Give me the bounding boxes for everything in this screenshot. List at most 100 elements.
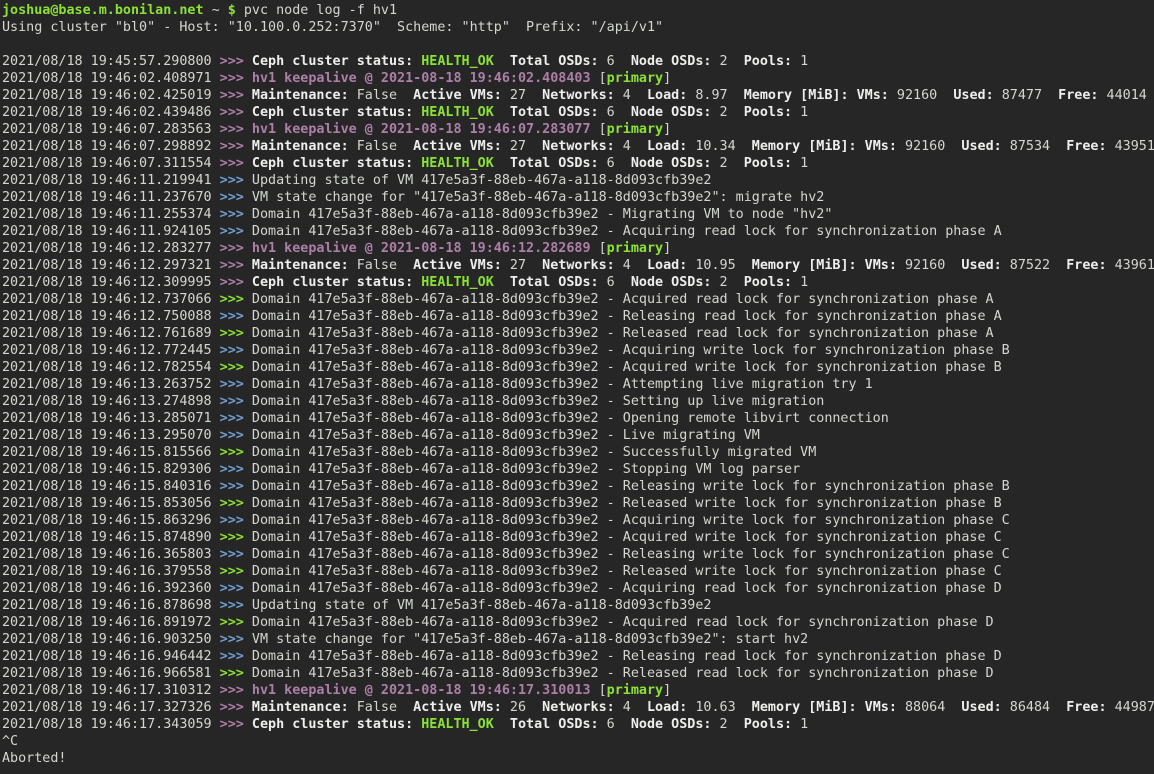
log-line: 2021/08/18 19:46:16.966581 >>> Domain 41… <box>2 665 1154 682</box>
log-marker: >>> <box>220 88 252 103</box>
log-label: Pools: <box>744 156 792 171</box>
log-timestamp: 2021/08/18 19:46:11.219941 <box>2 173 220 188</box>
log-line: 2021/08/18 19:46:15.863296 >>> Domain 41… <box>2 512 1154 529</box>
log-label: Used: <box>961 258 1001 273</box>
log-timestamp: 2021/08/18 19:46:15.815566 <box>2 445 220 460</box>
log-line: 2021/08/18 19:46:11.255374 >>> Domain 41… <box>2 206 1154 223</box>
log-text-purple: hv1 keepalive @ 2021-08-18 19:46:07.2830… <box>252 122 591 137</box>
log-line: 2021/08/18 19:46:15.853056 >>> Domain 41… <box>2 495 1154 512</box>
log-text: 8.97 <box>687 88 743 103</box>
log-line: 2021/08/18 19:46:16.365803 >>> Domain 41… <box>2 546 1154 563</box>
log-label: Free: <box>1066 139 1106 154</box>
log-text: Domain 417e5a3f-88eb-467a-a118-8d093cfb3… <box>252 224 1002 239</box>
log-text-green: joshua@base.m.bonilan.net <box>2 3 204 18</box>
log-label: Node OSDs: <box>631 275 712 290</box>
log-timestamp: 2021/08/18 19:46:15.863296 <box>2 513 220 528</box>
log-text: 4 <box>615 88 647 103</box>
log-timestamp: 2021/08/18 19:46:11.237670 <box>2 190 220 205</box>
log-text: Domain 417e5a3f-88eb-467a-a118-8d093cfb3… <box>252 360 1002 375</box>
log-label: Maintenance: <box>252 700 349 715</box>
log-line: 2021/08/18 19:46:13.274898 >>> Domain 41… <box>2 393 1154 410</box>
log-text: Domain 417e5a3f-88eb-467a-a118-8d093cfb3… <box>252 207 832 222</box>
log-text: Aborted! <box>2 751 67 766</box>
log-label: Pools: <box>744 105 792 120</box>
log-text: False <box>349 88 414 103</box>
log-timestamp: 2021/08/18 19:46:02.439486 <box>2 105 220 120</box>
log-timestamp: 2021/08/18 19:46:07.311554 <box>2 156 220 171</box>
log-line: 2021/08/18 19:46:16.878698 >>> Updating … <box>2 597 1154 614</box>
log-marker: >>> <box>220 207 252 222</box>
log-label: Used: <box>953 88 993 103</box>
log-line: 2021/08/18 19:46:07.311554 >>> Ceph clus… <box>2 155 1154 172</box>
blank-line <box>2 36 1154 53</box>
log-marker: >>> <box>220 649 252 664</box>
log-label: Load: <box>647 139 687 154</box>
log-text-green: primary <box>607 241 663 256</box>
log-text: Domain 417e5a3f-88eb-467a-a118-8d093cfb3… <box>252 479 1010 494</box>
log-marker: >>> <box>220 547 252 562</box>
log-label: Node OSDs: <box>631 105 712 120</box>
log-line: 2021/08/18 19:46:02.439486 >>> Ceph clus… <box>2 104 1154 121</box>
log-marker: >>> <box>220 54 252 69</box>
log-text: 2 <box>711 156 743 171</box>
log-marker: >>> <box>220 615 252 630</box>
log-text: [ <box>591 241 607 256</box>
log-marker: >>> <box>220 309 252 324</box>
log-line: 2021/08/18 19:46:16.946442 >>> Domain 41… <box>2 648 1154 665</box>
log-text: ] <box>663 122 671 137</box>
log-line: 2021/08/18 19:46:12.309995 >>> Ceph clus… <box>2 274 1154 291</box>
log-label: Maintenance: <box>252 88 349 103</box>
log-timestamp: 2021/08/18 19:46:15.853056 <box>2 496 220 511</box>
log-label: VMs: <box>857 88 889 103</box>
log-label: Total OSDs: <box>510 275 599 290</box>
log-text: 6 <box>599 275 631 290</box>
log-text: Domain 417e5a3f-88eb-467a-a118-8d093cfb3… <box>252 666 994 681</box>
log-label: Maintenance: <box>252 258 349 273</box>
log-text <box>494 156 510 171</box>
log-timestamp: 2021/08/18 19:46:16.946442 <box>2 649 220 664</box>
log-line: 2021/08/18 19:46:11.219941 >>> Updating … <box>2 172 1154 189</box>
log-label: Free: <box>1058 88 1098 103</box>
log-marker: >>> <box>220 190 252 205</box>
log-text: Domain 417e5a3f-88eb-467a-a118-8d093cfb3… <box>252 530 1002 545</box>
log-text <box>857 258 865 273</box>
log-label: Ceph cluster status: <box>252 156 421 171</box>
log-text: 1 <box>792 54 808 69</box>
log-label: Total OSDs: <box>510 54 599 69</box>
log-label: Ceph cluster status: <box>252 275 421 290</box>
log-text-green: $ <box>228 3 236 18</box>
log-timestamp: 2021/08/18 19:46:12.782554 <box>2 360 220 375</box>
log-label: Networks: <box>542 88 615 103</box>
log-text: Domain 417e5a3f-88eb-467a-a118-8d093cfb3… <box>252 496 1002 511</box>
log-text: 6 <box>599 54 631 69</box>
log-line: 2021/08/18 19:46:15.874890 >>> Domain 41… <box>2 529 1154 546</box>
log-text: 87522 <box>1002 258 1067 273</box>
log-marker: >>> <box>220 105 252 120</box>
log-text: 43951 <box>1107 139 1154 154</box>
log-line: 2021/08/18 19:46:12.283277 >>> hv1 keepa… <box>2 240 1154 257</box>
log-line: 2021/08/18 19:46:13.285071 >>> Domain 41… <box>2 410 1154 427</box>
log-marker: >>> <box>220 462 252 477</box>
log-text: 86484 <box>1002 700 1067 715</box>
log-label: Pools: <box>744 54 792 69</box>
log-label: Used: <box>961 139 1001 154</box>
log-label: Networks: <box>542 139 615 154</box>
log-text <box>849 88 857 103</box>
log-marker: >>> <box>220 530 252 545</box>
log-label: Pools: <box>744 717 792 732</box>
log-marker: >>> <box>220 632 252 647</box>
log-marker: >>> <box>220 496 252 511</box>
log-marker: >>> <box>220 326 252 341</box>
log-text: [ <box>591 71 607 86</box>
log-marker: >>> <box>220 479 252 494</box>
log-line: 2021/08/18 19:46:16.392360 >>> Domain 41… <box>2 580 1154 597</box>
log-text: 6 <box>599 717 631 732</box>
log-timestamp: 2021/08/18 19:45:57.290800 <box>2 54 220 69</box>
log-text: 1 <box>792 717 808 732</box>
log-label: VMs: <box>865 139 897 154</box>
log-line: 2021/08/18 19:46:12.297321 >>> Maintenan… <box>2 257 1154 274</box>
log-timestamp: 2021/08/18 19:46:13.285071 <box>2 411 220 426</box>
log-timestamp: 2021/08/18 19:46:17.327326 <box>2 700 220 715</box>
log-timestamp: 2021/08/18 19:46:13.263752 <box>2 377 220 392</box>
log-text: VM state change for "417e5a3f-88eb-467a-… <box>252 190 824 205</box>
